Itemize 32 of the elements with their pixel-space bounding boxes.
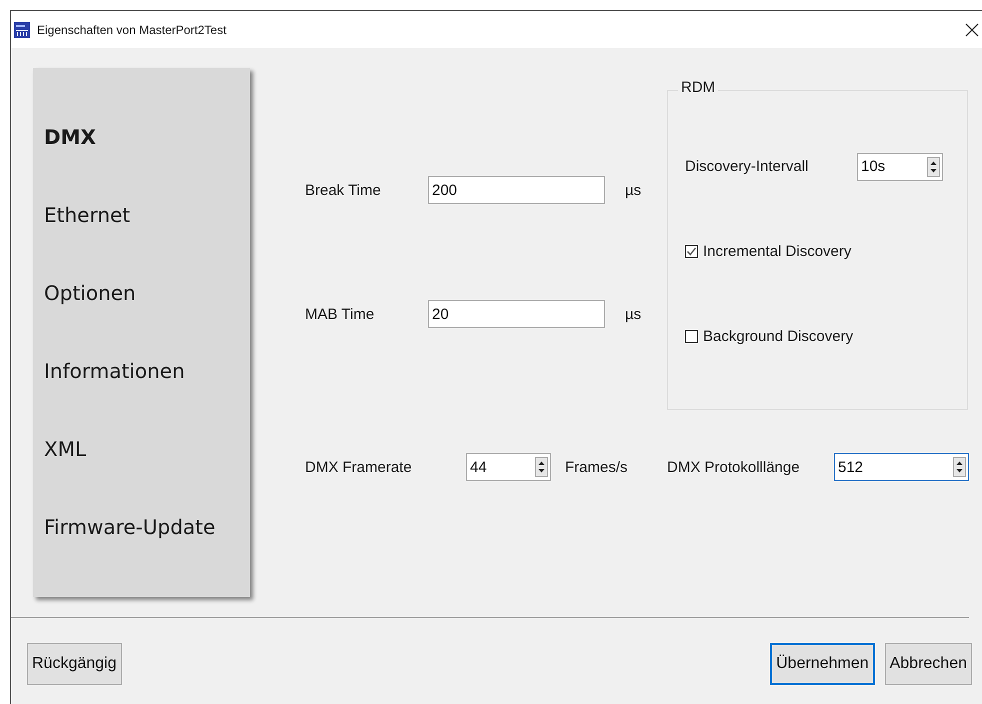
field-label: DMX Protokolllänge — [667, 458, 801, 476]
sidebar-item[interactable]: Informationen — [44, 359, 185, 383]
spin-arrows-icon[interactable] — [927, 156, 940, 176]
field-label: Break Time — [305, 182, 382, 198]
sidebar-item[interactable]: Firmware-Update — [44, 515, 216, 539]
field-label: Discovery-Intervall — [685, 158, 810, 175]
sidebar-item[interactable]: Optionen — [44, 281, 136, 305]
dialog-button[interactable]: Abbrechen — [884, 643, 972, 685]
window-title: Eigenschaften von MasterPort2Test — [37, 22, 226, 36]
sidebar-item[interactable]: XML — [44, 437, 86, 461]
sidebar-item[interactable]: DMX — [44, 125, 96, 149]
checkbox[interactable] — [685, 245, 698, 258]
dialog-button[interactable]: Rückgängig — [27, 643, 122, 685]
dialog-button[interactable]: Übernehmen — [770, 643, 875, 685]
checkbox-label: Background Discovery — [703, 328, 854, 345]
spin-box[interactable]: 44 — [466, 453, 551, 481]
app-icon — [14, 22, 30, 38]
checkbox[interactable] — [685, 330, 698, 343]
spin-box[interactable]: 512 — [834, 453, 969, 481]
spin-box[interactable]: 10s — [857, 152, 943, 180]
unit-label: Frames/s — [565, 458, 629, 476]
unit-label: µs — [625, 182, 642, 198]
input-field[interactable]: 200 — [428, 176, 605, 204]
field-label: MAB Time — [305, 306, 376, 322]
field-label: DMX Framerate — [305, 458, 413, 476]
spin-arrows-icon[interactable] — [953, 457, 966, 477]
unit-label: µs — [625, 306, 642, 322]
checkbox-label: Incremental Discovery — [703, 243, 852, 260]
sidebar-item[interactable]: Ethernet — [44, 203, 130, 227]
close-icon[interactable] — [965, 22, 979, 36]
input-field[interactable]: 20 — [428, 300, 605, 328]
spin-arrows-icon[interactable] — [535, 457, 548, 477]
